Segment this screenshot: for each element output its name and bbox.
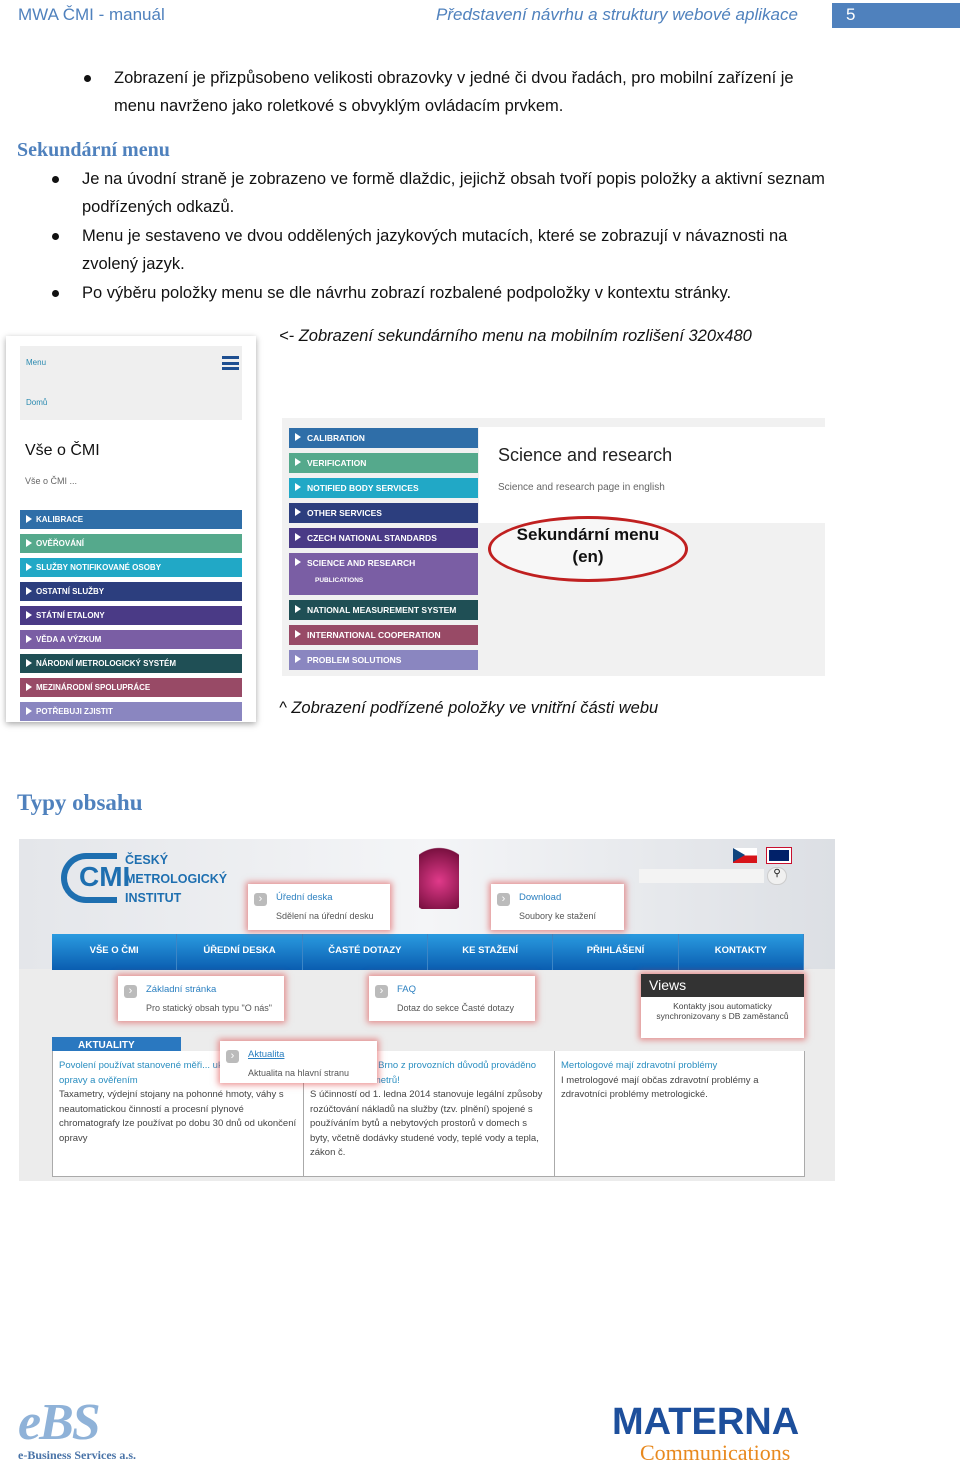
heading-content-types: Typy obsahu <box>17 790 143 815</box>
mobile-page-title: Vše o ČMI <box>25 442 100 459</box>
views-title: Views <box>641 974 804 997</box>
mobile-menu-item[interactable]: STÁTNÍ ETALONY <box>20 606 242 625</box>
nav-item[interactable]: KONTAKTY <box>679 934 804 970</box>
secondary-menu-item[interactable]: CZECH NATIONAL STANDARDS <box>289 528 478 548</box>
bullet: Menu je sestaveno ve dvou oddělených jaz… <box>52 222 842 278</box>
news-item: Mertologové mají zdravotní problémy I met… <box>554 1051 805 1177</box>
caption-mobile: <- Zobrazení sekundárního menu na mobiln… <box>279 327 752 345</box>
intro-bullet: Zobrazení je přizpůsobeno velikosti obra… <box>84 64 794 120</box>
mobile-menu-item[interactable]: KALIBRACE <box>20 510 242 529</box>
secondary-menu-item[interactable]: NATIONAL MEASUREMENT SYSTEM <box>289 600 478 620</box>
nav-item[interactable]: ČASTÉ DOTAZY <box>303 934 428 970</box>
nav-item[interactable]: KE STAŽENÍ <box>428 934 554 970</box>
flag-uk-icon[interactable] <box>766 847 792 864</box>
bubble-text: (en) <box>572 547 604 566</box>
views-box: Views Kontakty jsou automaticky synchron… <box>641 974 804 1038</box>
mobile-menu-item[interactable]: VĚDA A VÝZKUM <box>20 630 242 649</box>
secondary-menu-item[interactable]: CALIBRATION <box>289 428 478 448</box>
nav-item[interactable]: PŘIHLÁŠENÍ <box>553 934 679 970</box>
main-nav: VŠE O ČMI ÚŘEDNÍ DESKA ČASTÉ DOTAZY KE STAŽ… <box>52 934 804 970</box>
ebs-logo: eBS e-Business Services a.s. <box>18 1397 206 1463</box>
cmi-logo-text: ČESKÝ METROLOGICKÝ INSTITUT <box>125 853 228 905</box>
secondary-menu-item[interactable]: VERIFICATION <box>289 453 478 473</box>
secondary-menu-item[interactable]: NOTIFIED BODY SERVICES <box>289 478 478 498</box>
tile[interactable]: Úřední deskaSdělení na úřední desku <box>248 884 390 930</box>
bullet: Je na úvodní straně je zobrazeno ve form… <box>52 165 842 221</box>
mobile-menu-item[interactable]: SLUŽBY NOTIFIKOVANÉ OSOBY <box>20 558 242 577</box>
nav-item[interactable]: VŠE O ČMI <box>52 934 178 970</box>
mobile-menu-item[interactable]: OVĚŘOVÁNÍ <box>20 534 242 553</box>
mobile-page-desc: Vše o ČMI ... <box>25 476 78 486</box>
mobile-menu-item[interactable]: POTŘEBUJI ZJISTIT <box>20 702 242 721</box>
caption-subitem: ^ Zobrazení podřízené položky ve vnitřní… <box>279 699 659 717</box>
sec-page-title: Science and research <box>498 445 673 465</box>
secondary-menu-item[interactable]: OTHER SERVICES <box>289 503 478 523</box>
secondary-menu-item[interactable]: INTERNATIONAL COOPERATION <box>289 625 478 645</box>
tile[interactable]: DownloadSoubory ke stažení <box>491 884 624 930</box>
tile[interactable]: FAQDotaz do sekce Časté dotazy <box>369 976 535 1021</box>
secondary-menu-item[interactable]: SCIENCE AND RESEARCH PUBLICATIONS <box>289 553 478 595</box>
mobile-menu-item[interactable]: OSTATNÍ SLUŽBY <box>20 582 242 601</box>
breadcrumb-home[interactable]: Domů <box>26 398 47 407</box>
mobile-menu-label: Menu <box>26 358 47 367</box>
chapter-title: Představení návrhu a struktury webové ap… <box>436 5 798 24</box>
tile[interactable]: Základní stránkaPro statický obsah typu … <box>118 976 284 1021</box>
materna-logo: MATERNA Communications <box>612 1401 800 1465</box>
flag-cz-icon[interactable] <box>733 848 757 863</box>
gem-image <box>419 839 459 909</box>
cmi-logo-mark: CMI <box>61 853 130 903</box>
secondary-menu-item[interactable]: PROBLEM SOLUTIONS <box>289 650 478 670</box>
search-icon[interactable]: ⚲ <box>767 867 787 885</box>
mobile-menu-item[interactable]: MEZINÁRODNÍ SPOLUPRÁCE <box>20 678 242 697</box>
heading-secondary-menu: Sekundární menu <box>17 139 170 161</box>
search-input[interactable] <box>639 869 764 883</box>
secondary-menu-screenshot: Science and research Science and researc… <box>282 418 825 676</box>
sub-item-publications[interactable]: PUBLICATIONS <box>307 577 478 584</box>
bullet: Po výběru položky menu se dle návrhu zob… <box>52 279 842 307</box>
nav-item[interactable]: ÚŘEDNÍ DESKA <box>177 934 303 970</box>
mobile-screenshot: Menu Domů Vše o ČMI Vše o ČMI ... KALIBR… <box>6 336 256 722</box>
website-screenshot: CMI ČESKÝ METROLOGICKÝ INSTITUT ⚲ VŠE O ČM… <box>19 839 835 1181</box>
sec-page-desc: Science and research page in english <box>498 482 665 493</box>
speech-bubble: Sekundární menu (en) <box>488 516 688 582</box>
page-number: 5 <box>832 3 960 28</box>
views-desc: Kontakty jsou automaticky synchronizovan… <box>656 1001 789 1021</box>
ebs-subtitle: e-Business Services a.s. <box>18 1448 136 1462</box>
mobile-menu-item[interactable]: NÁRODNÍ METROLOGICKÝ SYSTÉM <box>20 654 242 673</box>
hamburger-icon[interactable] <box>222 356 239 370</box>
bubble-text: Sekundární menu <box>516 525 660 544</box>
doc-title: MWA ČMI - manuál <box>18 5 165 24</box>
tile[interactable]: AktualitaAktualita na hlavní stranu <box>220 1041 377 1083</box>
